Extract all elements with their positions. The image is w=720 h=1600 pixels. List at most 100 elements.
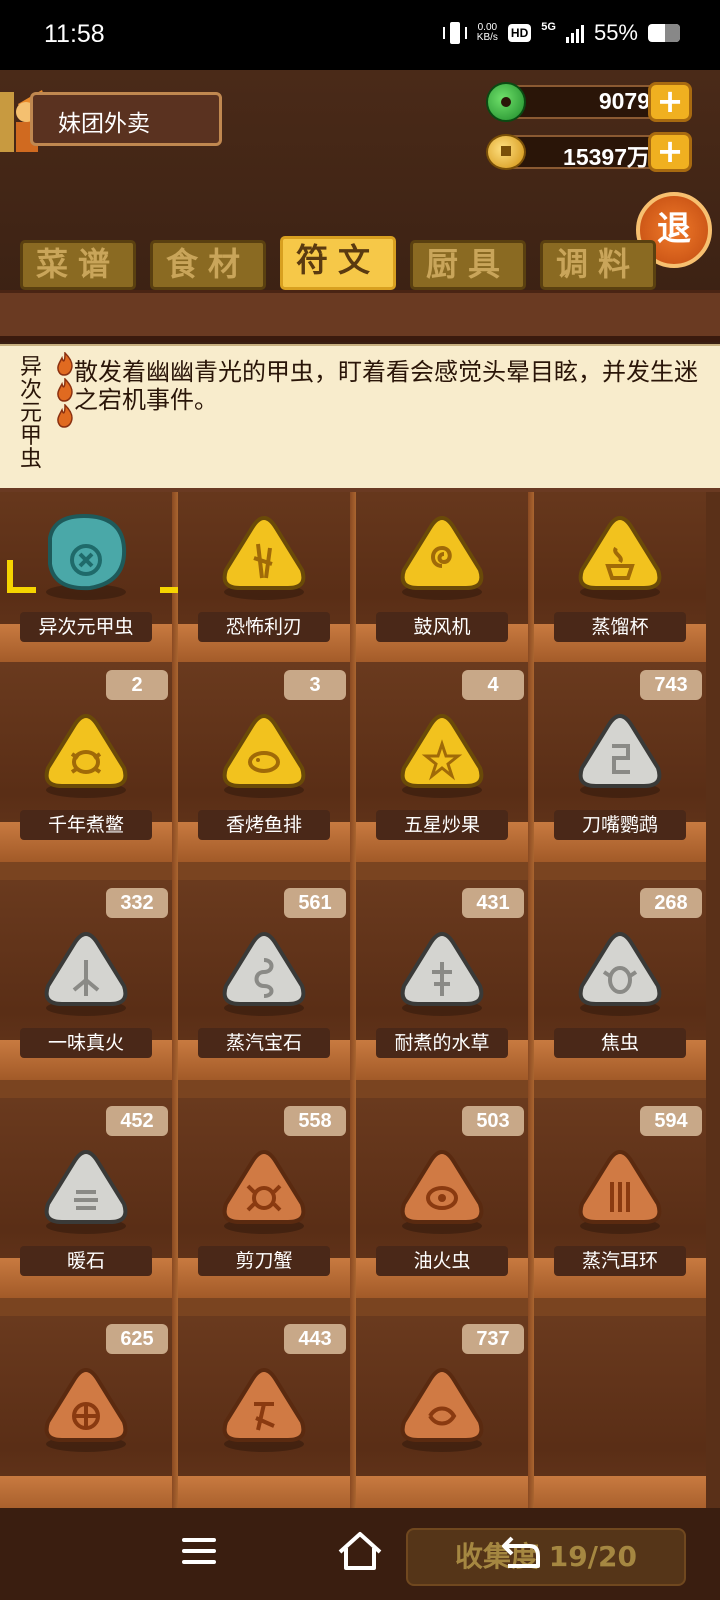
rune-count-badge: 452 [106, 1106, 168, 1136]
add-coin-button[interactable]: + [648, 132, 692, 172]
add-jade-button[interactable]: + [648, 82, 692, 122]
shelf-rail [178, 862, 350, 882]
empty-rune-slot [534, 1316, 706, 1508]
shelf-rail [356, 1080, 528, 1100]
gem-rune-icon [222, 931, 306, 1016]
rune-name-label: 异次元甲虫 [20, 612, 152, 642]
blade-rune-icon [222, 515, 306, 600]
home-nav-icon[interactable] [336, 1530, 384, 1572]
rune-slot[interactable]: 625 [0, 1316, 172, 1508]
shelf-rail [356, 1298, 528, 1318]
firefly-rune-icon [400, 1149, 484, 1234]
fire-rune-icon [44, 931, 128, 1016]
shelf-rail [356, 862, 528, 882]
rune-slot[interactable]: 594 蒸汽耳环 [534, 1098, 706, 1318]
wheel-rune-icon [44, 1367, 128, 1452]
shelf-board [0, 1476, 172, 1508]
network-type: 5G [541, 21, 556, 33]
rune-count-badge: 431 [462, 888, 524, 918]
tab-runes[interactable]: 符文 [280, 236, 396, 290]
shelf-board [178, 1476, 350, 1508]
rune-description-panel: 异次元甲虫 散发着幽幽青光的甲虫，盯着看会感觉头晕目眩，并发生迷之宕机事件。 [0, 344, 720, 492]
rune-slot[interactable]: 268 焦虫 [534, 880, 706, 1100]
rune-slot[interactable]: 743 刀嘴鹦鹉 [534, 662, 706, 882]
rune-slot[interactable]: 737 [356, 1316, 528, 1508]
rune-description-text: 散发着幽幽青光的甲虫，盯着看会感觉头晕目眩，并发生迷之宕机事件。 [74, 358, 698, 414]
rune-name-label: 油火虫 [376, 1246, 508, 1276]
rune-slot[interactable]: 332 一味真火 [0, 880, 172, 1100]
rune-slot[interactable]: 蒸馏杯 [534, 492, 706, 684]
rune-slot[interactable]: 异次元甲虫 [0, 492, 189, 684]
battery-icon [648, 24, 680, 42]
earring-rune-icon [578, 1149, 662, 1234]
shelf-rail [178, 1080, 350, 1100]
tab-ingredients[interactable]: 食材 [150, 240, 266, 290]
hd-badge: HD [507, 24, 532, 42]
spiral-rune-icon [400, 515, 484, 600]
rune-name-label: 刀嘴鹦鹉 [554, 810, 686, 840]
glyph-rune-icon [222, 1367, 306, 1452]
cup-rune-icon [578, 515, 662, 600]
rune-slot[interactable]: 558 剪刀蟹 [178, 1098, 350, 1318]
rune-slot[interactable]: 443 [178, 1316, 350, 1508]
rune-name-label: 焦虫 [554, 1028, 686, 1058]
tab-recipes[interactable]: 菜谱 [20, 240, 136, 290]
star-rune-icon [400, 713, 484, 798]
rune-name-label: 恐怖利刃 [198, 612, 330, 642]
wave-rune-icon [400, 1367, 484, 1452]
tab-seasonings[interactable]: 调料 [540, 240, 656, 290]
flame-icon [57, 352, 73, 376]
shelf-rail [0, 1080, 172, 1100]
net-speed: 0.00 KB/s [477, 23, 498, 43]
weed-rune-icon [400, 931, 484, 1016]
status-time: 11:58 [44, 20, 105, 48]
rune-slot[interactable]: 431 耐煮的水草 [356, 880, 528, 1100]
battery-percent: 55% [593, 20, 638, 45]
rune-name-label: 一味真火 [20, 1028, 152, 1058]
rune-name-label: 五星炒果 [376, 810, 508, 840]
shelf-rail [0, 862, 172, 882]
shop-name: 妹团外卖 [58, 111, 150, 137]
bug-rune-icon [578, 931, 662, 1016]
flame-icon [57, 404, 73, 428]
rune-slot[interactable]: 3 香烤鱼排 [178, 662, 350, 882]
flame-icon [57, 378, 73, 402]
rune-slot[interactable]: 503 油火虫 [356, 1098, 528, 1318]
shelf-rail [178, 1298, 350, 1318]
shelf-rail [534, 862, 706, 882]
rune-count-badge: 737 [462, 1324, 524, 1354]
net-speed-unit: KB/s [476, 32, 498, 43]
back-nav-icon[interactable] [500, 1534, 540, 1570]
rune-slot[interactable]: 452 暖石 [0, 1098, 172, 1318]
rune-name-label: 耐煮的水草 [376, 1028, 508, 1058]
rune-slot[interactable]: 恐怖利刃 [178, 492, 350, 684]
stone-rune-icon [44, 1149, 128, 1234]
menu-nav-icon[interactable] [182, 1538, 216, 1566]
rune-shelf-grid: 异次元甲虫 恐怖利刃 鼓风机 蒸馏杯 2 千年煮鳖 3 香烤鱼排 4 五星炒果 743 刀嘴鹦鹉 332… [0, 492, 720, 1508]
shelf-board [356, 1476, 528, 1508]
jade-amount: 9079 [598, 88, 650, 114]
turtle-rune-icon [44, 713, 128, 798]
status-icons: 0.00 KB/s HD 5G 55% [442, 20, 680, 46]
rune-count-badge: 625 [106, 1324, 168, 1354]
rune-name-label: 蒸馏杯 [554, 612, 686, 642]
status-bar: 11:58 0.00 KB/s HD 5G 55% [0, 0, 720, 70]
rune-slot[interactable]: 2 千年煮鳖 [0, 662, 172, 882]
rune-name-label: 香烤鱼排 [198, 810, 330, 840]
rune-count-badge: 443 [284, 1324, 346, 1354]
tab-utensils[interactable]: 厨具 [410, 240, 526, 290]
rune-slot[interactable]: 4 五星炒果 [356, 662, 528, 882]
signal-icon [565, 23, 584, 43]
rune-slot[interactable]: 561 蒸汽宝石 [178, 880, 350, 1100]
vibrate-icon [442, 22, 467, 44]
shelf-rail [0, 1298, 172, 1318]
tab-shelf [0, 290, 720, 342]
rune-slot[interactable]: 鼓风机 [356, 492, 528, 684]
jade-icon [486, 82, 526, 122]
fish-rune-icon [222, 713, 306, 798]
rune-count-badge: 332 [106, 888, 168, 918]
rune-count-badge: 594 [640, 1106, 702, 1136]
category-tabs: 菜谱 食材 符文 厨具 调料 [20, 236, 656, 290]
rune-count-badge: 503 [462, 1106, 524, 1136]
rune-name-label: 蒸汽耳环 [554, 1246, 686, 1276]
